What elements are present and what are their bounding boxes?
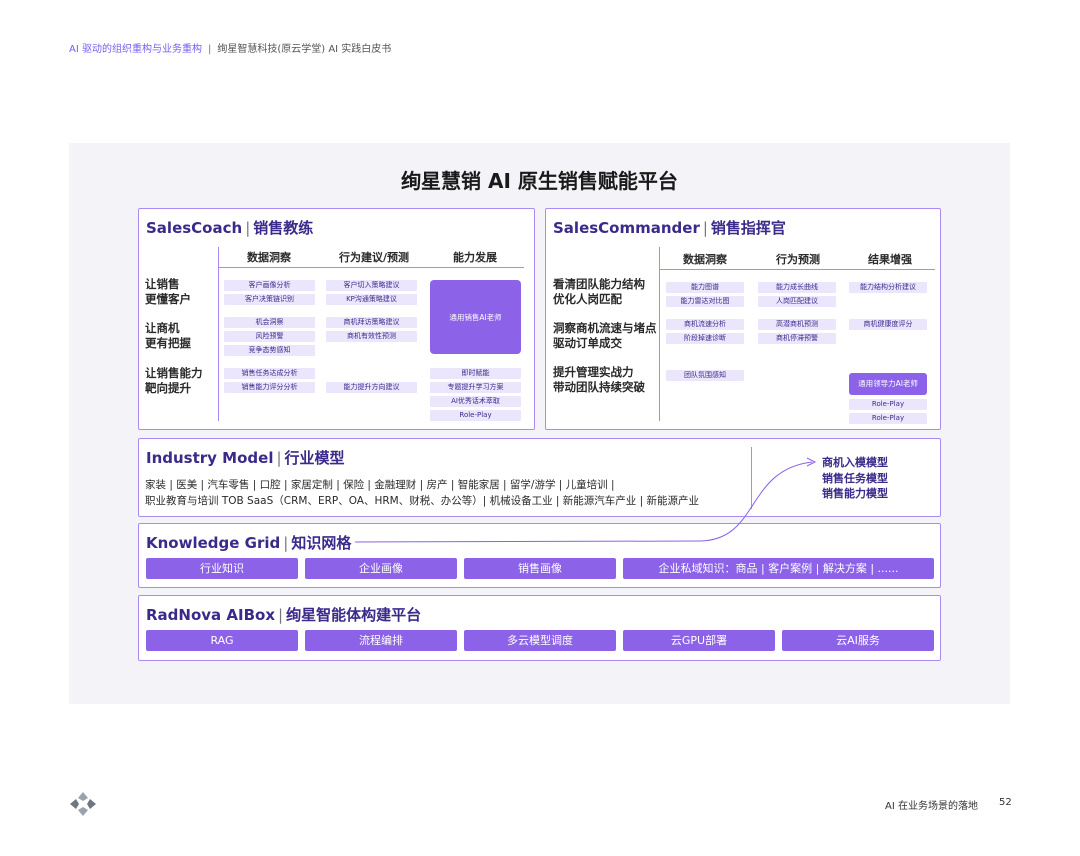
knowledge-grid-title: Knowledge Grid | 知识网格: [146, 532, 351, 553]
row-label: 提升管理实战力 带动团队持续突破: [553, 365, 645, 394]
salescommander-title: SalesCommander | 销售指挥官: [553, 217, 786, 238]
model-item: 商机入模模型: [822, 456, 888, 469]
insight-chip: 能力雷达对比图: [666, 296, 744, 307]
insight-chip: 销售能力评分分析: [224, 382, 315, 393]
prediction-chip: 人岗匹配建议: [758, 296, 836, 307]
page-header: AI 驱动的组织重构与业务重构 | 绚星智慧科技(原云学堂) AI 实践白皮书: [69, 40, 391, 55]
title-bar: |: [245, 219, 251, 237]
model-item: 销售任务模型: [822, 471, 888, 485]
header-separator: |: [207, 44, 212, 55]
model-item: 销售能力模型: [822, 487, 888, 500]
industry-model-box: Industry Model | 行业模型 家装 | 医美 | 汽车零售 | 口腔 …: [138, 438, 941, 517]
insight-chip: 风险预警: [224, 331, 315, 342]
column-header: 行为预测: [776, 253, 820, 266]
result-chip: 能力结构分析建议: [849, 282, 927, 293]
industry-model-title: Industry Model | 行业模型: [146, 447, 345, 468]
row-divider: [218, 247, 219, 421]
insight-chip: 销售任务达成分析: [224, 368, 315, 379]
row-label: 让商机 更有把握: [145, 321, 191, 350]
column-header: 行为建议/预测: [338, 251, 410, 264]
row-divider: [659, 247, 660, 421]
header-section: AI 驱动的组织重构与业务重构: [69, 44, 202, 55]
insight-chip: 阶段掉速诊断: [666, 333, 744, 344]
prediction-chip: 能力成长曲线: [758, 282, 836, 293]
salescoach-cn: 销售教练: [253, 219, 314, 237]
salescoach-title: SalesCoach | 销售教练: [146, 217, 313, 238]
insight-chip: 客户决策链识别: [224, 294, 315, 305]
knowledge-item: 销售画像: [464, 558, 616, 579]
company-logo-icon: [70, 792, 96, 816]
prediction-chip: 商机停滞预警: [758, 333, 836, 344]
knowledge-item: 企业画像: [305, 558, 457, 579]
radnova-cn: 绚星智能体构建平台: [286, 606, 422, 624]
salescommander-cn: 销售指挥官: [710, 219, 786, 237]
title-bar: |: [702, 219, 708, 237]
salescoach-name: SalesCoach: [146, 219, 243, 237]
knowledge-item: 企业私域知识：商品 | 客户案例 | 解决方案 | ......: [623, 558, 934, 579]
diagram-panel: 绚星慧销 AI 原生销售赋能平台 SalesCoach | 销售教练 数据洞察 行为…: [69, 143, 1010, 704]
insight-chip: 能力图谱: [666, 282, 744, 293]
model-list: 商机入模模型 销售任务模型 销售能力模型: [822, 455, 888, 502]
platform-item: RAG: [146, 630, 298, 651]
platform-item: 云AI服务: [782, 630, 934, 651]
row-label: 让销售能力 靶向提升: [145, 366, 203, 395]
insight-chip: 客户画像分析: [224, 280, 315, 291]
platform-item: 流程编排: [305, 630, 457, 651]
row-label: 看清团队能力结构 优化人岗匹配: [553, 277, 645, 306]
prediction-chip: 高潜商机预测: [758, 319, 836, 330]
row-label: 让销售 更懂客户: [145, 277, 191, 306]
leadership-ai-teacher-chip: 通用领导力AI老师: [849, 373, 927, 395]
column-header: 数据洞察: [247, 251, 291, 264]
development-chip: 即时赋能: [430, 368, 521, 379]
insight-chip: 商机流速分析: [666, 319, 744, 330]
radnova-box: RadNova AIBox | 绚星智能体构建平台 RAG 流程编排 多云模型调度 …: [138, 595, 941, 661]
title-bar: |: [278, 606, 284, 624]
models-divider: [751, 447, 752, 509]
knowledge-grid-box: Knowledge Grid | 知识网格 行业知识 企业画像 销售画像 企业私域知…: [138, 523, 941, 588]
industry-list-line: 职业教育与培训 TOB SaaS（CRM、ERP、OA、HRM、财税、办公等）|…: [145, 495, 700, 507]
suggestion-chip: 商机有效性预测: [326, 331, 417, 342]
insight-chip: 竞争态势感知: [224, 345, 315, 356]
knowledge-grid-cn: 知识网格: [291, 534, 352, 552]
suggestion-chip: 能力提升方向建议: [326, 382, 417, 393]
page-number: 52: [999, 797, 1012, 808]
development-chip: Role-Play: [430, 410, 521, 421]
insight-chip: 机会洞察: [224, 317, 315, 328]
salescommander-name: SalesCommander: [553, 219, 700, 237]
column-header: 结果增强: [868, 253, 912, 266]
insight-chip: 团队氛围感知: [666, 370, 744, 381]
platform-item: 云GPU部署: [623, 630, 775, 651]
result-chip: 商机健康度评分: [849, 319, 927, 330]
industry-model-name: Industry Model: [146, 449, 274, 467]
title-bar: |: [283, 534, 289, 552]
result-chip: Role-Play: [849, 413, 927, 424]
title-bar: |: [276, 449, 282, 467]
radnova-name: RadNova AIBox: [146, 606, 275, 624]
industry-model-cn: 行业模型: [284, 449, 345, 467]
suggestion-chip: 客户切入策略建议: [326, 280, 417, 291]
result-chip: Role-Play: [849, 399, 927, 410]
knowledge-item: 行业知识: [146, 558, 298, 579]
sales-ai-teacher-chip: 通用销售AI老师: [430, 280, 521, 354]
radnova-title: RadNova AIBox | 绚星智能体构建平台: [146, 604, 421, 625]
header-divider: [218, 267, 524, 268]
development-chip: AI优秀话术萃取: [430, 396, 521, 407]
row-label: 洞察商机流速与堵点 驱动订单成交: [553, 321, 657, 350]
diagram-title: 绚星慧销 AI 原生销售赋能平台: [401, 169, 678, 193]
column-header: 能力发展: [453, 251, 497, 264]
platform-item: 多云模型调度: [464, 630, 616, 651]
column-header: 数据洞察: [683, 253, 727, 266]
salescommander-box: SalesCommander | 销售指挥官 数据洞察 行为预测 结果增强 看清团队…: [545, 208, 941, 430]
header-doc-title: 绚星智慧科技(原云学堂) AI 实践白皮书: [217, 44, 392, 55]
salescoach-box: SalesCoach | 销售教练 数据洞察 行为建议/预测 能力发展 让销售 更懂客…: [138, 208, 535, 430]
footer-label: AI 在业务场景的落地: [885, 801, 978, 812]
development-chip: 专题提升学习方案: [430, 382, 521, 393]
suggestion-chip: KP沟通策略建议: [326, 294, 417, 305]
suggestion-chip: 商机拜访策略建议: [326, 317, 417, 328]
header-divider: [659, 269, 935, 270]
knowledge-grid-name: Knowledge Grid: [146, 534, 281, 552]
industry-list-line: 家装 | 医美 | 汽车零售 | 口腔 | 家居定制 | 保险 | 金融理财 |…: [145, 479, 615, 491]
